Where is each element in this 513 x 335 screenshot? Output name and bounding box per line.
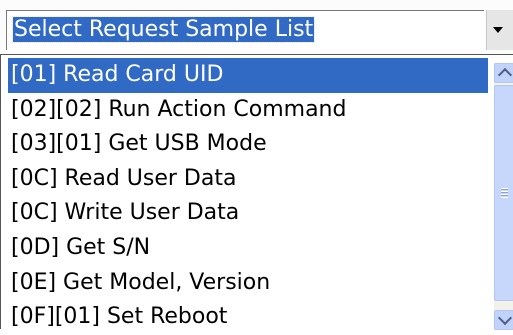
list-item[interactable]: [0E] Get Model, Version: [8, 266, 488, 301]
request-sample-listbox[interactable]: [01] Read Card UID [02][02] Run Action C…: [0, 54, 513, 330]
list-item[interactable]: [0F][01] Set Reboot: [8, 300, 488, 335]
list-item[interactable]: [02][02] Run Action Command: [8, 93, 488, 128]
list-item[interactable]: [0C] Write User Data: [8, 196, 488, 231]
list-item[interactable]: [03][01] Get USB Mode: [8, 127, 488, 162]
vertical-scrollbar[interactable]: [494, 63, 513, 330]
combobox-selected-text[interactable]: Select Request Sample List: [10, 10, 470, 50]
list-items: [01] Read Card UID [02][02] Run Action C…: [8, 58, 488, 335]
chevron-up-icon: [497, 67, 513, 83]
scroll-up-button[interactable]: [494, 63, 513, 83]
combobox-selected-label: Select Request Sample List: [11, 16, 316, 43]
chevron-down-icon: [497, 310, 513, 326]
list-item[interactable]: [01] Read Card UID: [8, 58, 488, 93]
chevron-down-icon: [493, 27, 503, 33]
dropdown-button[interactable]: [486, 10, 513, 50]
list-item[interactable]: [0D] Get S/N: [8, 231, 488, 266]
list-item[interactable]: [0C] Read User Data: [8, 162, 488, 197]
scrollbar-thumb[interactable]: [494, 85, 513, 301]
grip-icon: [501, 188, 508, 198]
scroll-down-button[interactable]: [494, 310, 513, 330]
request-sample-combobox[interactable]: Select Request Sample List: [0, 0, 513, 54]
